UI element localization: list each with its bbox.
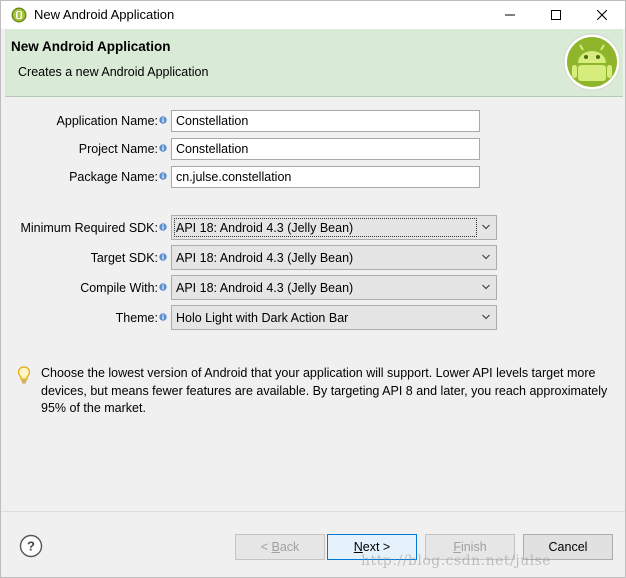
back-mnemonic: B [271,540,280,554]
close-icon [597,10,607,20]
minimize-icon [505,14,515,16]
minimum-sdk-dropdown[interactable]: API 18: Android 4.3 (Jelly Bean) [171,215,497,240]
info-icon [159,223,167,231]
chevron-down-icon [482,254,490,260]
theme-dropdown[interactable]: Holo Light with Dark Action Bar [171,305,497,330]
title-bar: New Android Application [1,1,625,29]
back-button[interactable]: < Back [235,534,325,560]
wizard-banner: New Android Application Creates a new An… [5,29,623,97]
project-name-label: Project Name: [5,142,167,156]
svg-text:?: ? [27,539,35,554]
info-icon [159,253,167,261]
back-rest: ack [279,540,300,554]
chevron-down-icon [482,314,490,320]
next-rest: ext > [362,540,391,554]
minimize-button[interactable] [487,1,533,29]
project-name-field[interactable]: Constellation [171,138,480,160]
new-android-application-dialog: New Android Application New Android Appl… [0,0,626,578]
next-mnemonic: N [353,540,363,554]
theme-label: Theme: [5,311,167,325]
maximize-button[interactable] [533,1,579,29]
theme-value: Holo Light with Dark Action Bar [176,311,349,325]
target-sdk-label: Target SDK: [5,251,167,265]
watermark: http://blog.csdn.net/julse [361,553,552,569]
wizard-content: Application Name: Constellation Project … [5,98,623,511]
compile-with-value: API 18: Android 4.3 (Jelly Bean) [176,281,354,295]
maximize-icon [551,10,561,20]
application-name-label: Application Name: [5,114,167,128]
info-icon [159,144,167,152]
info-icon [159,116,167,124]
info-icon [159,313,167,321]
finish-mnemonic: F [453,540,461,554]
back-prefix: < [260,540,272,554]
info-icon [159,283,167,291]
banner-description: Creates a new Android Application [18,65,209,79]
window-title: New Android Application [34,7,175,22]
minimum-sdk-label: Minimum Required SDK: [5,221,167,235]
android-app-icon [11,7,27,23]
package-name-field[interactable]: cn.julse.constellation [171,166,480,188]
package-name-label: Package Name: [5,170,167,184]
application-name-field[interactable]: Constellation [171,110,480,132]
minimum-sdk-value: API 18: Android 4.3 (Jelly Bean) [176,221,354,235]
help-icon[interactable]: ? [19,534,43,558]
chevron-down-icon [482,284,490,290]
compile-with-label: Compile With: [5,281,167,295]
compile-with-dropdown[interactable]: API 18: Android 4.3 (Jelly Bean) [171,275,497,300]
banner-heading: New Android Application [11,39,171,54]
target-sdk-dropdown[interactable]: API 18: Android 4.3 (Jelly Bean) [171,245,497,270]
info-icon [159,172,167,180]
android-logo-icon [563,33,621,91]
finish-rest: inish [460,540,487,554]
target-sdk-value: API 18: Android 4.3 (Jelly Bean) [176,251,354,265]
sdk-hint-text: Choose the lowest version of Android tha… [41,366,608,415]
chevron-down-icon [482,224,490,230]
close-button[interactable] [579,1,625,29]
lightbulb-icon [17,366,31,384]
